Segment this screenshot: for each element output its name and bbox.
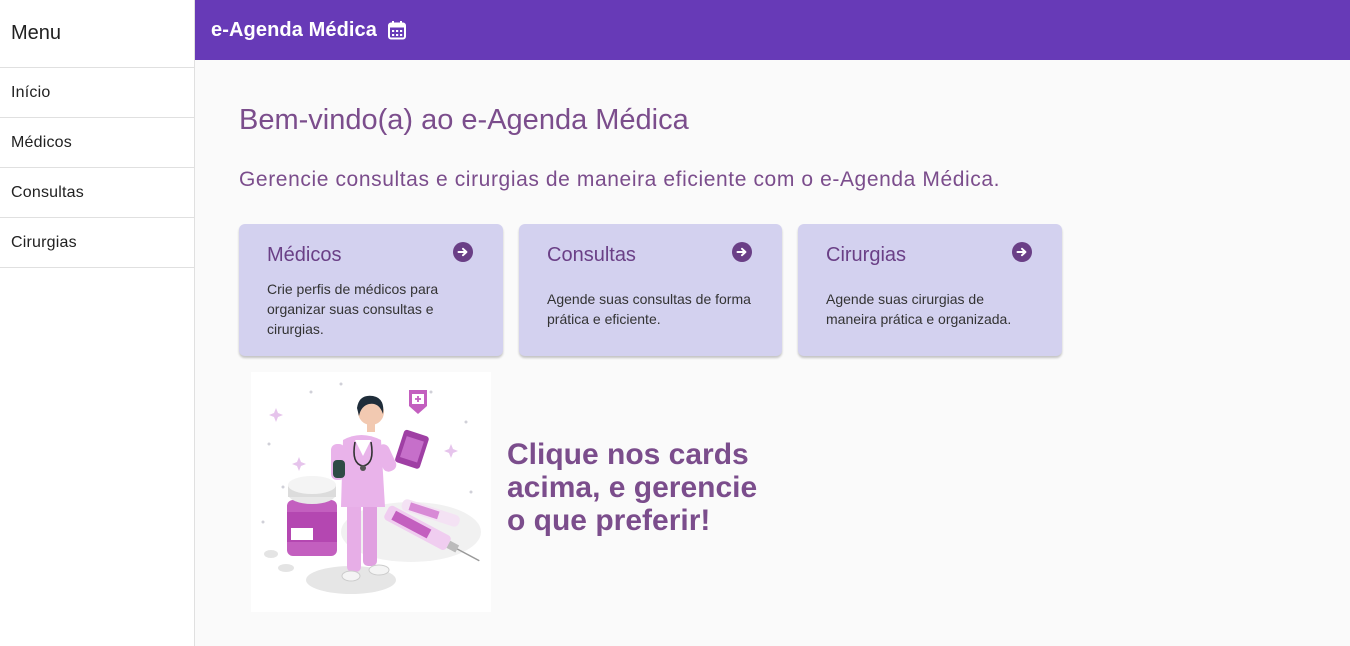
card-description: Agende suas cirurgias de maneira prática… xyxy=(826,291,1012,327)
doctor-illustration xyxy=(251,372,491,612)
call-to-action: Clique nos cards acima, e gerencie o que… xyxy=(507,438,758,537)
sidebar-item-inicio[interactable]: Início xyxy=(0,68,194,118)
arrow-right-circle-icon[interactable] xyxy=(453,242,473,262)
main-content: Bem-vindo(a) ao e-Agenda Médica Gerencie… xyxy=(195,60,1350,646)
card-description: Crie perfis de médicos para organizar su… xyxy=(267,281,439,337)
card-consultas[interactable]: Consultas Agende suas consultas de forma… xyxy=(519,224,782,356)
page-subtitle: Gerencie consultas e cirurgias de maneir… xyxy=(239,168,1001,191)
card-cirurgias[interactable]: Cirurgias Agende suas cirurgias de manei… xyxy=(798,224,1062,356)
card-title: Cirurgias xyxy=(826,244,907,266)
card-title: Médicos xyxy=(267,244,342,266)
arrow-right-circle-icon[interactable] xyxy=(1012,242,1032,262)
menu-title: Menu xyxy=(0,0,194,68)
sidebar-item-consultas[interactable]: Consultas xyxy=(0,168,194,218)
sidebar-item-cirurgias[interactable]: Cirurgias xyxy=(0,218,194,268)
card-medicos[interactable]: Médicos Crie perfis de médicos para orga… xyxy=(239,224,503,356)
card-description: Agende suas consultas de forma prática e… xyxy=(547,291,751,327)
sidebar-nav: Início Médicos Consultas Cirurgias xyxy=(0,68,194,268)
app-title: e-Agenda Médica xyxy=(211,18,377,41)
top-bar: e-Agenda Médica xyxy=(195,0,1350,60)
arrow-right-circle-icon[interactable] xyxy=(732,242,752,262)
sidebar-item-medicos[interactable]: Médicos xyxy=(0,118,194,168)
calendar-icon xyxy=(387,20,407,40)
page-title: Bem-vindo(a) ao e-Agenda Médica xyxy=(239,104,689,136)
sidebar: Menu Início Médicos Consultas Cirurgias xyxy=(0,0,195,646)
card-title: Consultas xyxy=(547,244,636,266)
